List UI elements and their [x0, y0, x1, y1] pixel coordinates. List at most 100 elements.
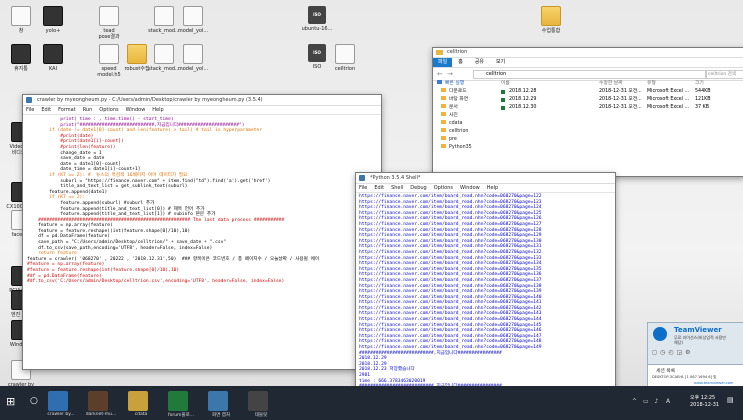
desktop-icon[interactable]: yolo+: [34, 6, 72, 34]
file-date: 2018-12-31 오전...: [599, 97, 642, 102]
file-row[interactable]: 2018.12.29 2018-12-31 오전... Microsoft Exce…: [499, 96, 743, 104]
nav-item[interactable]: 문서: [437, 104, 497, 112]
menu-item[interactable]: Help: [487, 185, 498, 191]
menu-item[interactable]: Window: [460, 185, 480, 191]
teamviewer-sessions[interactable]: 세션 목록 DESKTOP-3CAEHL [1 067 1694 6] 및 ww…: [647, 364, 743, 388]
teamviewer-site[interactable]: www.teamviewer.com: [694, 381, 733, 385]
idle-editor-window[interactable]: crawler by myeongheum.py - C:/Users/admi…: [22, 94, 382, 370]
session-list-label: 세션 목록: [656, 369, 676, 374]
menu-item[interactable]: Format: [58, 107, 76, 113]
clock-date[interactable]: 2018-12-31: [690, 402, 719, 408]
column-header[interactable]: 크기: [695, 80, 704, 88]
menu-item[interactable]: Edit: [41, 107, 51, 113]
shell-titlebar[interactable]: *Python 3.5.4 Shell*: [356, 173, 615, 184]
teamviewer-icon: [653, 327, 667, 341]
desktop-icon[interactable]: model_yol...: [174, 44, 212, 72]
file-row[interactable]: 2018.12.30 2018-12-31 오전... Microsoft Exce…: [499, 104, 743, 112]
ime-indicator[interactable]: A: [666, 398, 670, 405]
nav-pane: 빠른 실행다운로드 바탕 화면 문서사진 cdata celltrion pre Pytho…: [433, 80, 497, 176]
file-list: 이름 수정한 날짜 유형 크기 2018.12.28 2018-12-31 오전... M…: [499, 80, 743, 176]
nav-item[interactable]: 빠른 실행: [437, 80, 497, 88]
menu-item[interactable]: File: [359, 185, 367, 191]
desktop-icon[interactable]: model_yol...: [174, 6, 212, 34]
app-icon: [43, 6, 63, 26]
desktop-icon-label: ubuntu-16...: [301, 26, 333, 32]
forward-icon[interactable]: →: [447, 70, 453, 78]
nav-item[interactable]: 바탕 화면: [437, 96, 497, 104]
taskbar-app[interactable]: [88, 391, 108, 411]
explorer-titlebar[interactable]: celltrion: [433, 48, 743, 58]
file-icon: [99, 44, 119, 64]
folder-icon: [127, 44, 147, 64]
ribbon-tab[interactable]: 홈: [452, 58, 469, 67]
desktop-icon[interactable]: 수업통합: [532, 6, 570, 34]
start-button[interactable]: ⊞: [6, 396, 18, 408]
nav-item-label: 빠른 실행: [445, 81, 465, 86]
folder-icon: [441, 104, 446, 108]
editor-titlebar[interactable]: crawler by myeongheum.py - C:/Users/admi…: [23, 95, 381, 106]
taskbar: ⊞ ○ crawler by... darknet-mu... cdata forum…: [0, 386, 743, 420]
excel-icon: [501, 98, 505, 102]
desktop-icon[interactable]: KAI: [34, 44, 72, 72]
nav-item[interactable]: 사진: [437, 112, 497, 120]
tray-icons[interactable]: ^ ▭ ♪: [632, 398, 660, 405]
taskbar-app[interactable]: [48, 391, 68, 411]
notification-icon[interactable]: ▤: [727, 396, 734, 404]
menu-item[interactable]: Options: [99, 107, 118, 113]
nav-item[interactable]: 다운로드: [437, 88, 497, 96]
ribbon-tab[interactable]: 보기: [490, 58, 511, 67]
menu-item[interactable]: Debug: [410, 185, 426, 191]
file-icon: [11, 6, 31, 26]
back-icon[interactable]: ←: [437, 70, 443, 78]
column-header[interactable]: 이름: [501, 80, 510, 88]
menu-item[interactable]: Window: [126, 107, 146, 113]
nav-item-label: cdata: [449, 121, 463, 126]
nav-item[interactable]: pre: [437, 136, 497, 144]
star-icon: [437, 80, 442, 84]
file-type: Microsoft Excel ...: [647, 89, 690, 94]
explorer-window[interactable]: celltrion 파일 홈 공유 보기 ← → celltrion celltrio…: [432, 47, 743, 177]
column-header[interactable]: 유형: [647, 80, 656, 88]
ribbon-tab[interactable]: 파일: [433, 58, 453, 67]
file-icon: [154, 6, 174, 26]
file-list-header: 이름 수정한 날짜 유형 크기: [499, 80, 743, 88]
file-date: 2018-12-31 오전...: [599, 89, 642, 94]
nav-item[interactable]: Python35: [437, 144, 497, 152]
menu-item[interactable]: Help: [152, 107, 163, 113]
address-bar[interactable]: celltrion: [473, 70, 707, 79]
menu-item[interactable]: Options: [434, 185, 453, 191]
nav-item[interactable]: cdata: [437, 120, 497, 128]
search-box[interactable]: celltrion 검색: [705, 70, 743, 79]
shell-output[interactable]: https://finance.naver.com/item/board_rea…: [356, 193, 615, 397]
column-header[interactable]: 수정한 날짜: [599, 80, 623, 88]
taskbar-app[interactable]: [208, 391, 228, 411]
taskbar-app[interactable]: [168, 391, 188, 411]
file-name: 2018.12.30: [509, 105, 537, 110]
desktop-icon[interactable]: celltrion: [326, 44, 364, 72]
teamviewer-popup[interactable]: TeamViewer 무료 라이선스(비상업적 사용만 해당) ◻◷◴◲⚙: [647, 322, 743, 366]
teamviewer-toolbar: ◻◷◴◲⚙: [652, 349, 694, 356]
clock-time[interactable]: 오후 12:25: [690, 394, 715, 401]
file-row[interactable]: 2018.12.28 2018-12-31 오전... Microsoft Exce…: [499, 88, 743, 96]
desktop-icon-label: model_yol...: [177, 28, 209, 34]
python-icon: [26, 97, 32, 103]
editor-code[interactable]: print( time : , time.time() - start_time…: [23, 115, 381, 369]
session-item[interactable]: DESKTOP-3CAEHL [1 067 1694 6] 및: [652, 375, 716, 380]
editor-title: crawler by myeongheum.py - C:/Users/admi…: [37, 97, 263, 103]
menu-item[interactable]: File: [26, 107, 34, 113]
editor-menubar: File Edit Format Run Options Window Help: [23, 106, 381, 115]
desktop-icon[interactable]: ISO ubuntu-16...: [298, 6, 336, 32]
nav-item-label: 문서: [449, 105, 458, 110]
folder-icon: [441, 96, 446, 100]
menu-item[interactable]: Shell: [391, 185, 403, 191]
search-icon[interactable]: ○: [30, 396, 38, 406]
python-shell-window[interactable]: *Python 3.5.4 Shell* File Edit Shell Debug O…: [355, 172, 616, 403]
desktop-icon-label: tead pose결과: [98, 28, 120, 40]
menu-item[interactable]: Run: [83, 107, 93, 113]
nav-item[interactable]: celltrion: [437, 128, 497, 136]
ribbon-tab[interactable]: 공유: [469, 58, 490, 67]
taskbar-app[interactable]: [128, 391, 148, 411]
taskbar-app[interactable]: [248, 391, 268, 411]
menu-item[interactable]: Edit: [374, 185, 384, 191]
desktop-icon[interactable]: tead pose결과: [90, 6, 128, 40]
